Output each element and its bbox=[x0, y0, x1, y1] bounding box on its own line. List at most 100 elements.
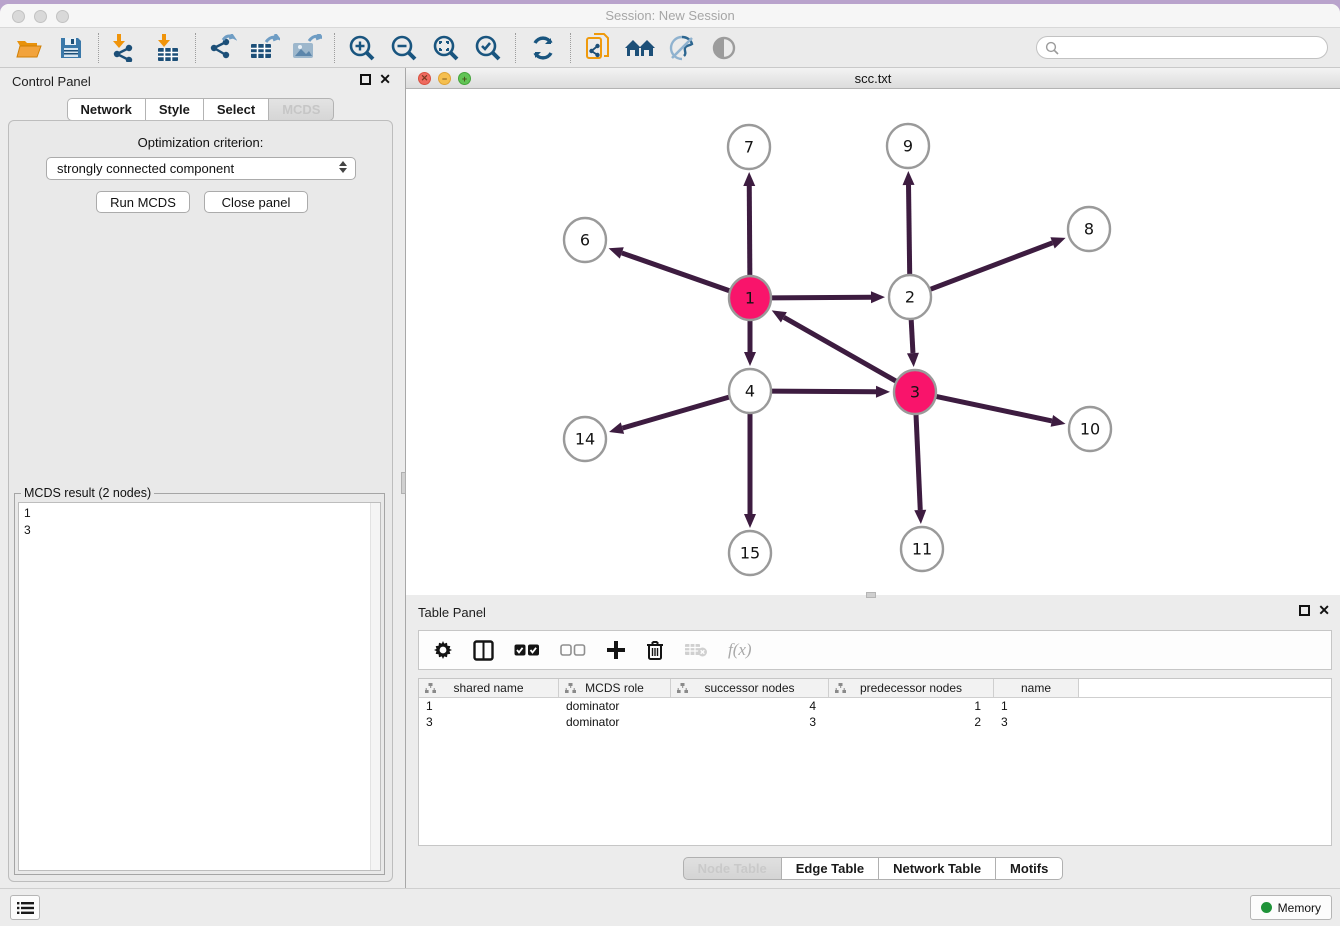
run-mcds-button[interactable]: Run MCDS bbox=[96, 191, 190, 213]
style-preview-off-icon[interactable] bbox=[665, 32, 699, 64]
save-session-icon[interactable] bbox=[54, 32, 88, 64]
graph-node-1[interactable]: 1 bbox=[729, 276, 771, 320]
memory-button[interactable]: Memory bbox=[1250, 895, 1332, 920]
graph-edge-4-3[interactable] bbox=[771, 391, 876, 392]
graph-node-3[interactable]: 3 bbox=[894, 370, 936, 414]
graph-edge-1-2[interactable] bbox=[771, 297, 871, 298]
apply-layout-icon[interactable] bbox=[526, 32, 560, 64]
cell-predecessor-nodes[interactable]: 2 bbox=[829, 714, 994, 730]
cell-name[interactable]: 1 bbox=[994, 698, 1079, 714]
cell-name[interactable]: 3 bbox=[994, 714, 1079, 730]
network-window-titlebar[interactable]: ✕ − + scc.txt bbox=[406, 68, 1340, 89]
graph-edge-1-6[interactable] bbox=[622, 253, 730, 291]
column-header-shared-name[interactable]: shared name bbox=[419, 679, 559, 697]
graph-node-14[interactable]: 14 bbox=[564, 417, 606, 461]
tab-node-table[interactable]: Node Table bbox=[683, 857, 782, 880]
svg-text:14: 14 bbox=[575, 430, 595, 449]
dropdown-stepper-icon bbox=[339, 161, 347, 173]
show-columns-icon[interactable] bbox=[473, 636, 494, 664]
graph-node-8[interactable]: 8 bbox=[1068, 207, 1110, 251]
graph-edge-1-7[interactable] bbox=[749, 186, 750, 277]
function-builder-icon: f(x) bbox=[728, 636, 752, 664]
float-table-panel-icon[interactable] bbox=[1299, 605, 1310, 616]
table-options-gear-icon[interactable] bbox=[433, 636, 453, 664]
close-panel-button[interactable]: Close panel bbox=[204, 191, 308, 213]
svg-text:2: 2 bbox=[905, 288, 915, 307]
tab-mcds[interactable]: MCDS bbox=[269, 98, 334, 121]
control-panel-header: Control Panel ✕ bbox=[0, 68, 401, 94]
close-panel-icon[interactable]: ✕ bbox=[379, 73, 391, 85]
graph-edge-3-11[interactable] bbox=[916, 413, 920, 510]
search-field[interactable] bbox=[1036, 36, 1328, 59]
cell-successor-nodes[interactable]: 3 bbox=[671, 714, 829, 730]
clone-network-icon[interactable] bbox=[581, 32, 615, 64]
add-column-icon[interactable] bbox=[606, 636, 626, 664]
zoom-fit-icon[interactable] bbox=[429, 32, 463, 64]
tab-network-table[interactable]: Network Table bbox=[879, 857, 996, 880]
tab-select[interactable]: Select bbox=[204, 98, 269, 121]
control-panel: Control Panel ✕ NetworkStyleSelectMCDS O… bbox=[0, 68, 401, 888]
graph-node-7[interactable]: 7 bbox=[728, 125, 770, 169]
cell-MCDS-role[interactable]: dominator bbox=[559, 714, 671, 730]
graph-node-2[interactable]: 2 bbox=[889, 275, 931, 319]
float-panel-icon[interactable] bbox=[360, 74, 371, 85]
graph-edge-2-9[interactable] bbox=[909, 185, 910, 276]
import-network-icon[interactable] bbox=[109, 32, 143, 64]
node-table[interactable]: shared nameMCDS rolesuccessor nodesprede… bbox=[418, 678, 1332, 846]
window-title: Session: New Session bbox=[0, 8, 1340, 23]
select-all-columns-icon[interactable] bbox=[514, 636, 540, 664]
deselect-all-columns-icon[interactable] bbox=[560, 636, 586, 664]
graph-edge-3-1[interactable] bbox=[784, 317, 897, 381]
cell-successor-nodes[interactable]: 4 bbox=[671, 698, 829, 714]
cell-shared-name[interactable]: 3 bbox=[419, 714, 559, 730]
graph-edge-2-8[interactable] bbox=[930, 243, 1053, 290]
graph-node-4[interactable]: 4 bbox=[729, 369, 771, 413]
close-table-panel-icon[interactable]: ✕ bbox=[1318, 604, 1330, 616]
cell-predecessor-nodes[interactable]: 1 bbox=[829, 698, 994, 714]
table-row[interactable]: 3dominator323 bbox=[419, 714, 1331, 730]
column-header-MCDS-role[interactable]: MCDS role bbox=[559, 679, 671, 697]
result-scrollbar[interactable] bbox=[370, 503, 380, 870]
export-table-icon[interactable] bbox=[248, 32, 282, 64]
search-input[interactable] bbox=[1059, 37, 1327, 58]
import-table-icon[interactable] bbox=[151, 32, 185, 64]
list-icon bbox=[17, 901, 34, 915]
table-tabs: Node TableEdge TableNetwork TableMotifs bbox=[406, 857, 1340, 880]
export-image-icon[interactable] bbox=[290, 32, 324, 64]
edge-arrowhead bbox=[744, 352, 756, 366]
graph-node-11[interactable]: 11 bbox=[901, 527, 943, 571]
graph-edge-4-14[interactable] bbox=[622, 397, 729, 428]
horizontal-splitter-grip[interactable] bbox=[866, 592, 876, 598]
svg-text:1: 1 bbox=[745, 289, 755, 308]
mcds-result-text[interactable]: 1 3 bbox=[18, 502, 381, 871]
graph-node-15[interactable]: 15 bbox=[729, 531, 771, 575]
task-history-button[interactable] bbox=[10, 895, 40, 920]
column-header-name[interactable]: name bbox=[994, 679, 1079, 697]
tab-network[interactable]: Network bbox=[67, 98, 146, 121]
export-network-icon[interactable] bbox=[206, 32, 240, 64]
tab-edge-table[interactable]: Edge Table bbox=[782, 857, 879, 880]
zoom-in-icon[interactable] bbox=[345, 32, 379, 64]
svg-text:10: 10 bbox=[1080, 420, 1100, 439]
graph-node-10[interactable]: 10 bbox=[1069, 407, 1111, 451]
tab-style[interactable]: Style bbox=[146, 98, 204, 121]
graph-edge-3-10[interactable] bbox=[936, 396, 1052, 421]
graph-node-6[interactable]: 6 bbox=[564, 218, 606, 262]
criterion-dropdown[interactable]: strongly connected component bbox=[46, 157, 356, 180]
zoom-selected-icon[interactable] bbox=[471, 32, 505, 64]
graph-node-9[interactable]: 9 bbox=[887, 124, 929, 168]
network-canvas[interactable]: 7 9 6 8 1 2 4 3 14 10 15 11 bbox=[406, 89, 1340, 595]
open-session-icon[interactable] bbox=[12, 32, 46, 64]
delete-column-icon[interactable] bbox=[646, 636, 664, 664]
table-row[interactable]: 1dominator411 bbox=[419, 698, 1331, 714]
home-views-icon[interactable] bbox=[623, 32, 657, 64]
column-header-successor-nodes[interactable]: successor nodes bbox=[671, 679, 829, 697]
graph-edge-2-3[interactable] bbox=[911, 318, 913, 353]
cell-MCDS-role[interactable]: dominator bbox=[559, 698, 671, 714]
column-header-predecessor-nodes[interactable]: predecessor nodes bbox=[829, 679, 994, 697]
birds-eye-view-icon[interactable] bbox=[707, 32, 741, 64]
cell-shared-name[interactable]: 1 bbox=[419, 698, 559, 714]
zoom-out-icon[interactable] bbox=[387, 32, 421, 64]
svg-text:4: 4 bbox=[745, 382, 755, 401]
tab-motifs[interactable]: Motifs bbox=[996, 857, 1063, 880]
